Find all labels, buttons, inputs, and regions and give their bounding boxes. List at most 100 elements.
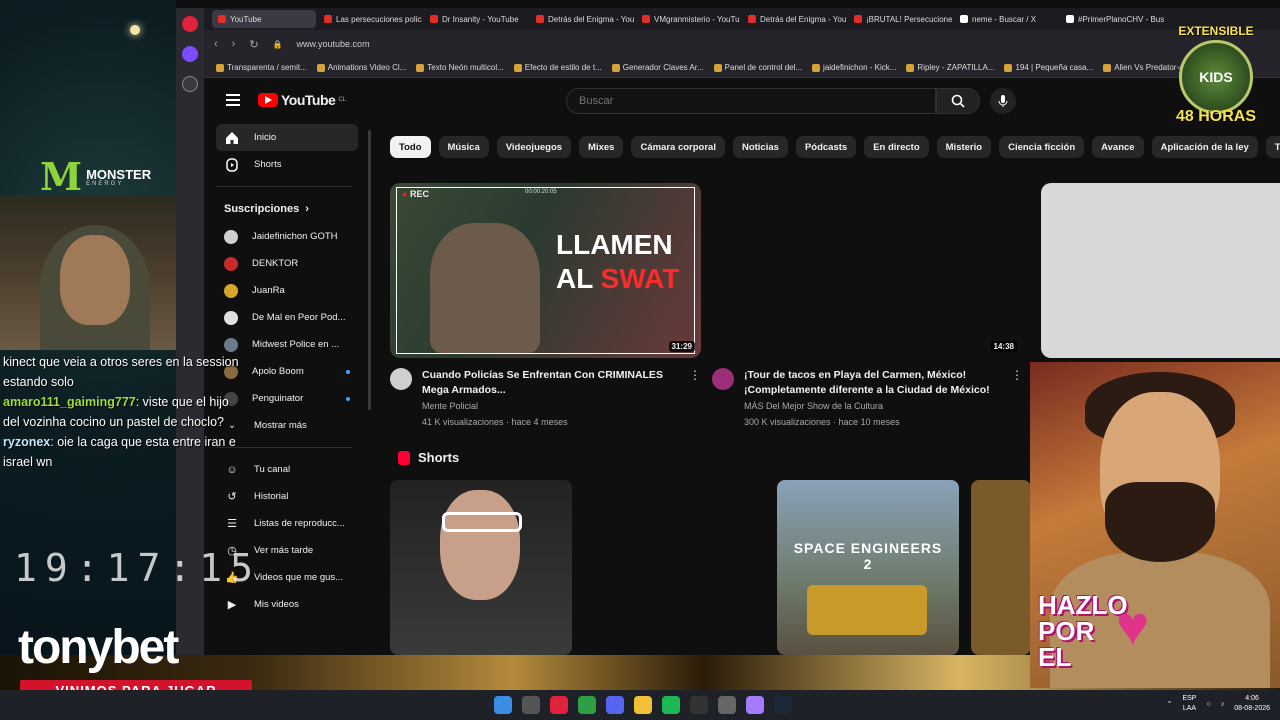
bookmark-item[interactable]: Texto Neón multicol...	[416, 63, 504, 72]
browser-tab[interactable]: Detrás del Enigma - YouTu	[742, 10, 846, 28]
channel-avatar	[224, 229, 238, 244]
menu-icon[interactable]	[226, 94, 240, 106]
filter-chip[interactable]: En directo	[864, 136, 929, 158]
video-card[interactable]: ● REC 00:00:20:05 LLAMEN AL SWAT 31:29 C…	[390, 183, 701, 430]
explorer-icon[interactable]	[634, 696, 652, 714]
settings-app-icon[interactable]	[718, 696, 736, 714]
moon-decoration	[130, 25, 140, 35]
bookmark-item[interactable]: Generador Claves Ar...	[611, 63, 704, 72]
bookmark-item[interactable]: 194 | Pequeña casa...	[1004, 63, 1093, 72]
channel-name[interactable]: MÁS Del Mejor Show de la Cultura	[744, 398, 990, 414]
xbox-icon[interactable]	[578, 696, 596, 714]
subscription-item[interactable]: Jaidefinichon GOTH	[216, 223, 358, 250]
filter-chip[interactable]: Teorías	[1265, 136, 1280, 158]
reload-icon[interactable]: ↻	[249, 38, 258, 51]
volume-icon[interactable]: ♪	[1221, 701, 1225, 708]
subscription-item[interactable]: JuanRa	[216, 277, 358, 304]
channel-name[interactable]: Mente Policial	[422, 398, 663, 414]
filter-chip[interactable]: Noticias	[732, 136, 788, 158]
sidebar-item-inicio[interactable]: Inicio	[216, 124, 358, 151]
filter-chip[interactable]: Misterio	[936, 136, 992, 158]
filter-chip[interactable]: Música	[438, 136, 489, 158]
tab-favicon-icon	[748, 15, 756, 23]
filter-chip[interactable]: Avance	[1092, 136, 1144, 158]
sidebar-item-you[interactable]: ↺ Historial	[216, 483, 358, 510]
forward-icon[interactable]: ›	[232, 38, 236, 50]
filter-chip[interactable]: Pódcasts	[795, 136, 857, 158]
channel-avatar[interactable]	[390, 368, 412, 390]
filter-chip[interactable]: Todo	[390, 136, 431, 158]
tray-chevron-icon[interactable]: ⌃	[1167, 700, 1173, 708]
subscription-item[interactable]: De Mal en Peor Pod...	[216, 304, 358, 331]
voice-search-button[interactable]	[990, 88, 1016, 114]
video-thumbnail[interactable]: 14:38	[712, 183, 1023, 358]
subscriptions-header[interactable]: Suscripciones ›	[224, 195, 364, 223]
browser-tab[interactable]: Detrás del Enigma - YouTu	[530, 10, 634, 28]
discord-icon[interactable]	[606, 696, 624, 714]
browser-tab[interactable]: YouTube	[212, 10, 316, 28]
video-title-line2[interactable]: Mega Armados...	[422, 383, 663, 398]
bookmark-item[interactable]: Efecto de estilo de t...	[513, 63, 602, 72]
app-icon[interactable]	[746, 696, 764, 714]
search-input[interactable]	[567, 89, 935, 113]
opera-taskbar-icon[interactable]	[550, 696, 568, 714]
filter-chip[interactable]: Cámara corporal	[631, 136, 725, 158]
short-thumbnail[interactable]: SPACE ENGINEERS 2	[777, 480, 959, 655]
bookmark-item[interactable]: Panel de control del...	[713, 63, 802, 72]
video-title-line2[interactable]: ¡Completamente diferente a la Ciudad de …	[744, 383, 990, 398]
subscription-item[interactable]: DENKTOR	[216, 250, 358, 277]
channel-avatar[interactable]	[712, 368, 734, 390]
sidebar-item-you[interactable]: ☰ Listas de reproducc...	[216, 510, 358, 537]
obs-icon[interactable]	[690, 696, 708, 714]
short-thumbnail[interactable]	[971, 480, 1031, 655]
home-workspace-icon[interactable]	[182, 76, 198, 92]
language-indicator[interactable]: ESP LAA	[1182, 694, 1196, 714]
spotify-icon[interactable]	[662, 696, 680, 714]
sidebar-item-label: Videos que me gus...	[254, 572, 344, 583]
browser-tab[interactable]: VMgranmisterio - YouTube	[636, 10, 740, 28]
more-options-icon[interactable]: ⋮	[689, 368, 701, 430]
filter-chip[interactable]: Ciencia ficción	[999, 136, 1085, 158]
heart-icon: ♥	[1116, 594, 1150, 657]
search-button[interactable]	[936, 88, 980, 114]
bookmark-item[interactable]: Animations Video Cl...	[316, 63, 406, 72]
taskbar-clock[interactable]: 4:06 08-08-2026	[1234, 694, 1270, 714]
start-icon[interactable]	[494, 696, 512, 714]
sidebar-item-shorts[interactable]: Shorts	[216, 151, 358, 178]
bookmark-item[interactable]: Transparenta / semit...	[216, 63, 307, 72]
task-view-icon[interactable]	[522, 696, 540, 714]
video-thumbnail-placeholder[interactable]	[1041, 183, 1280, 358]
video-stats: 41 K visualizaciones · hace 4 meses	[422, 417, 568, 427]
bookmark-label: Generador Claves Ar...	[622, 63, 704, 72]
filter-chip[interactable]: Mixes	[579, 136, 624, 158]
bookmark-item[interactable]: jaidefinichon - Kick...	[812, 63, 896, 72]
browser-tab[interactable]: ¡BRUTAL! Persecuciones a	[848, 10, 952, 28]
sidebar-scrollbar[interactable]	[368, 130, 371, 410]
url-field[interactable]: www.youtube.com	[297, 39, 370, 49]
video-title[interactable]: ¡Tour de tacos en Playa del Carmen, Méxi…	[744, 368, 990, 383]
bookmark-item[interactable]: Ripley - ZAPATILLA...	[906, 63, 994, 72]
filter-chip[interactable]: Videojuegos	[496, 136, 572, 158]
short-thumbnail[interactable]	[390, 480, 572, 655]
opera-logo-icon[interactable]	[182, 16, 198, 32]
tab-favicon-icon	[854, 15, 862, 23]
browser-tab[interactable]: Las persecuciones policiales	[318, 10, 422, 28]
chat-overlay: kinect que veia a otros seres en la sess…	[0, 352, 248, 472]
search-box[interactable]	[566, 88, 936, 114]
sidebar-item-you[interactable]: ▶ Mis videos	[216, 591, 358, 618]
workspace-icon[interactable]	[182, 46, 198, 62]
browser-tab[interactable]: neme - Buscar / X	[954, 10, 1058, 28]
video-title[interactable]: Cuando Policías Se Enfrentan Con CRIMINA…	[422, 368, 663, 383]
steam-icon[interactable]	[774, 696, 792, 714]
video-card[interactable]: 14:38 ¡Tour de tacos en Playa del Carmen…	[712, 183, 1023, 430]
more-options-icon[interactable]: ⋮	[1011, 368, 1023, 430]
chat-message: kinect que veia a otros seres en la sess…	[0, 352, 248, 392]
youtube-logo[interactable]: YouTube CL	[258, 92, 346, 108]
back-icon[interactable]: ‹	[214, 38, 218, 50]
browser-tab[interactable]: Dr Insanity - YouTube	[424, 10, 528, 28]
tab-favicon-icon	[536, 15, 544, 23]
video-thumbnail[interactable]: ● REC 00:00:20:05 LLAMEN AL SWAT 31:29	[390, 183, 701, 358]
browser-tab[interactable]: #PrimerPlanoCHV - Buscar	[1060, 10, 1164, 28]
wifi-icon[interactable]: ○	[1206, 701, 1210, 708]
filter-chip[interactable]: Aplicación de la ley	[1151, 136, 1258, 158]
